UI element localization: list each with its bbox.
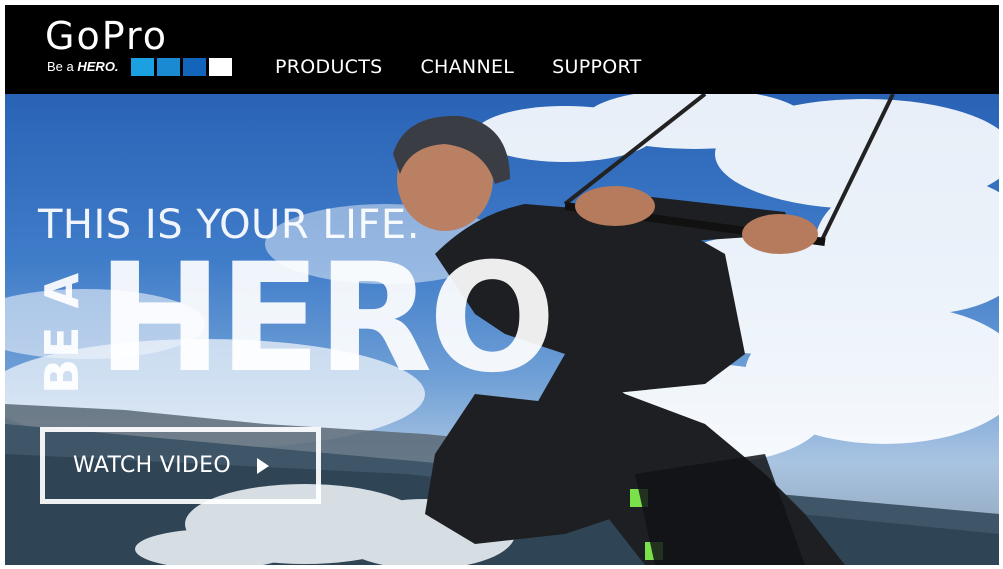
play-icon [256, 457, 269, 474]
logo-tagline: Be a HERO. [47, 59, 119, 74]
hero-big-text: HERO [97, 232, 556, 406]
page-frame: GoPro Be a HERO. PRODUCTS CHANNEL SUPPOR… [5, 5, 999, 565]
main-nav: PRODUCTS CHANNEL SUPPORT [275, 5, 642, 94]
gopro-logo[interactable]: GoPro Be a HERO. [45, 17, 245, 81]
logo-square-1 [131, 58, 154, 76]
hero-vertical-text: BE A [35, 271, 89, 394]
logo-square-4 [209, 58, 232, 76]
logo-squares [131, 58, 232, 76]
nav-item-channel[interactable]: CHANNEL [420, 22, 514, 78]
nav-item-support[interactable]: SUPPORT [552, 22, 641, 78]
logo-wordmark: GoPro [45, 14, 168, 58]
logo-square-3 [183, 58, 206, 76]
watch-video-button[interactable]: WATCH VIDEO [40, 427, 321, 504]
logo-square-2 [157, 58, 180, 76]
site-header: GoPro Be a HERO. PRODUCTS CHANNEL SUPPOR… [5, 5, 999, 94]
nav-item-products[interactable]: PRODUCTS [275, 22, 382, 78]
watch-video-label: WATCH VIDEO [73, 453, 231, 478]
hero-banner: THIS IS YOUR LIFE. BE A HERO WATCH VIDEO [5, 94, 999, 565]
